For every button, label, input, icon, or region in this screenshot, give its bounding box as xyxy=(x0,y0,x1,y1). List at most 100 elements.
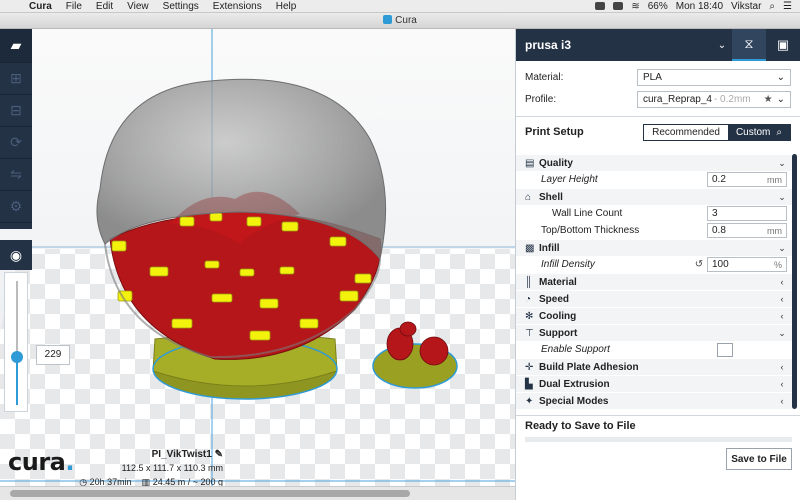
print-setup-title: Print Setup xyxy=(525,126,584,138)
settings-scroll-thumb[interactable] xyxy=(792,154,797,409)
setting-label: Enable Support xyxy=(541,344,610,355)
field-value: 100 xyxy=(712,259,729,270)
enable-support-checkbox[interactable] xyxy=(717,342,733,357)
print-setup-header: Print Setup Recommended Custom ⌕ xyxy=(516,119,800,145)
chevron-left-icon: ‹ xyxy=(780,362,784,372)
star-icon[interactable]: ★ xyxy=(764,94,773,105)
custom-tab-label: Custom xyxy=(735,126,771,138)
layer-height-input[interactable]: 0.2 mm xyxy=(707,172,787,187)
field-value: 0.8 xyxy=(712,225,726,236)
monitor-icon: ▣ xyxy=(776,37,790,52)
monitor-mode-button[interactable]: ▣ xyxy=(766,29,800,61)
reset-icon[interactable]: ↺ xyxy=(692,259,706,270)
search-icon[interactable]: ⌕ xyxy=(769,1,775,12)
build-plate-scene[interactable] xyxy=(0,29,515,500)
job-name[interactable]: PI_VikTwist1 xyxy=(152,449,212,460)
chevron-down-icon: ⌄ xyxy=(778,327,786,338)
menu-extensions[interactable]: Extensions xyxy=(206,1,269,12)
chevron-down-icon: ⌄ xyxy=(778,157,786,168)
tray-app-icon-2[interactable] xyxy=(613,2,624,10)
chevron-left-icon: ‹ xyxy=(780,311,784,321)
category-label: Cooling xyxy=(539,310,577,322)
field-unit: % xyxy=(773,259,782,270)
per-model-settings-button[interactable]: ⚙ xyxy=(0,191,32,223)
menu-app-cura[interactable]: Cura xyxy=(22,1,59,12)
infill-density-input[interactable]: 100% xyxy=(707,257,787,272)
chevron-left-icon: ‹ xyxy=(780,396,784,406)
fan-icon: ✻ xyxy=(525,310,534,322)
category-material[interactable]: ║ Material ‹ xyxy=(516,273,793,290)
scale-tool-button[interactable]: ⊟ xyxy=(0,95,32,127)
category-label: Special Modes xyxy=(539,395,609,407)
ready-status: Ready to Save to File xyxy=(525,420,636,432)
special-modes-icon: ✦ xyxy=(525,395,534,407)
settings-scrollbar[interactable] xyxy=(792,154,798,409)
save-to-file-button[interactable]: Save to File xyxy=(726,448,792,470)
tray-app-icon[interactable] xyxy=(595,2,606,10)
category-dual-extrusion[interactable]: ▙ Dual Extrusion ‹ xyxy=(516,375,793,392)
edit-pencil-icon[interactable]: ✎ xyxy=(215,449,223,460)
setting-label: Top/Bottom Thickness xyxy=(541,225,640,236)
3d-viewport[interactable]: PI_VikTwist1 ✎ 112.5 x 111.7 x 110.3 mm … xyxy=(0,29,515,500)
prepare-mode-button[interactable]: ⧖ xyxy=(732,29,766,61)
menu-help[interactable]: Help xyxy=(269,1,304,12)
menu-edit[interactable]: Edit xyxy=(89,1,120,12)
wifi-icon[interactable]: ≋ xyxy=(631,1,639,12)
view-mode-button[interactable]: ◉ xyxy=(0,240,32,270)
menu-file[interactable]: File xyxy=(59,1,89,12)
scale-icon: ⊟ xyxy=(10,102,22,118)
adhesion-icon: ✛ xyxy=(525,361,534,373)
category-adhesion[interactable]: ✛ Build Plate Adhesion ‹ xyxy=(516,358,793,375)
menu-view[interactable]: View xyxy=(120,1,156,12)
chevron-left-icon: ‹ xyxy=(780,277,784,287)
job-info: PI_VikTwist1 ✎ 112.5 x 111.7 x 110.3 mm … xyxy=(79,449,223,488)
battery-percent[interactable]: 66% xyxy=(648,1,668,12)
profile-dropdown[interactable]: cura_Reprap_4- 0.2mm ★ ⌄ xyxy=(637,90,791,108)
list-icon[interactable]: ☰ xyxy=(783,1,792,12)
quality-icon: ▤ xyxy=(525,157,535,169)
nozzle-icon: ⧖ xyxy=(744,36,754,51)
window-title: Cura xyxy=(395,15,417,26)
chevron-down-icon: ⌄ xyxy=(776,93,785,105)
ready-section: Ready to Save to File xyxy=(516,415,800,446)
scrollbar-thumb[interactable] xyxy=(10,490,410,497)
mirror-icon: ⇋ xyxy=(10,166,22,182)
category-label: Quality xyxy=(539,157,573,169)
rotate-tool-button[interactable]: ⟳ xyxy=(0,127,32,159)
chevron-down-icon[interactable]: ⌄ xyxy=(712,40,732,51)
viewport-scrollbar[interactable] xyxy=(0,486,515,500)
machine-selector[interactable]: prusa i3 xyxy=(516,38,712,52)
category-support[interactable]: ⊤ Support ⌄ xyxy=(516,324,793,341)
search-icon[interactable]: ⌕ xyxy=(776,125,782,140)
logo-text: cura xyxy=(8,448,66,476)
profile-row: Profile: cura_Reprap_4- 0.2mm ★ ⌄ xyxy=(516,88,800,110)
translate-icon: ⊞ xyxy=(10,70,22,86)
menu-settings[interactable]: Settings xyxy=(156,1,206,12)
machine-bar: prusa i3 ⌄ ⧖ ▣ xyxy=(516,29,800,61)
setup-mode-toggle: Recommended Custom ⌕ xyxy=(643,123,791,141)
category-label: Speed xyxy=(539,293,570,305)
infill-icon: ▩ xyxy=(525,242,535,254)
cura-app-icon xyxy=(383,15,393,24)
category-cooling[interactable]: ✻ Cooling ‹ xyxy=(516,307,793,324)
layer-slider[interactable] xyxy=(4,272,28,412)
top-bottom-input[interactable]: 0.8 mm xyxy=(707,223,787,238)
wall-line-count-input[interactable]: 3 xyxy=(707,206,787,221)
category-infill[interactable]: ▩ Infill ⌄ xyxy=(516,239,793,256)
mirror-tool-button[interactable]: ⇋ xyxy=(0,159,32,191)
recommended-tab[interactable]: Recommended xyxy=(644,125,728,140)
material-dropdown[interactable]: PLA ⌄ xyxy=(637,68,791,86)
clock[interactable]: Mon 18:40 xyxy=(676,1,723,12)
custom-tab[interactable]: Custom ⌕ xyxy=(727,124,790,140)
category-speed[interactable]: ◔ Speed ‹ xyxy=(516,290,793,307)
category-shell[interactable]: ⌂ Shell ⌄ xyxy=(516,188,793,205)
layer-number-input[interactable]: 229 xyxy=(36,345,70,365)
settings-sidebar: prusa i3 ⌄ ⧖ ▣ Material: PLA ⌄ Profile: … xyxy=(515,29,800,500)
open-file-button[interactable]: ▰ xyxy=(0,29,32,63)
category-special-modes[interactable]: ✦ Special Modes ‹ xyxy=(516,392,793,409)
translate-tool-button[interactable]: ⊞ xyxy=(0,63,32,95)
category-quality[interactable]: ▤ Quality ⌄ xyxy=(516,154,793,171)
layer-handle[interactable] xyxy=(11,351,23,363)
eye-icon: ◉ xyxy=(9,246,23,263)
user-name[interactable]: Vikstar xyxy=(731,1,761,12)
